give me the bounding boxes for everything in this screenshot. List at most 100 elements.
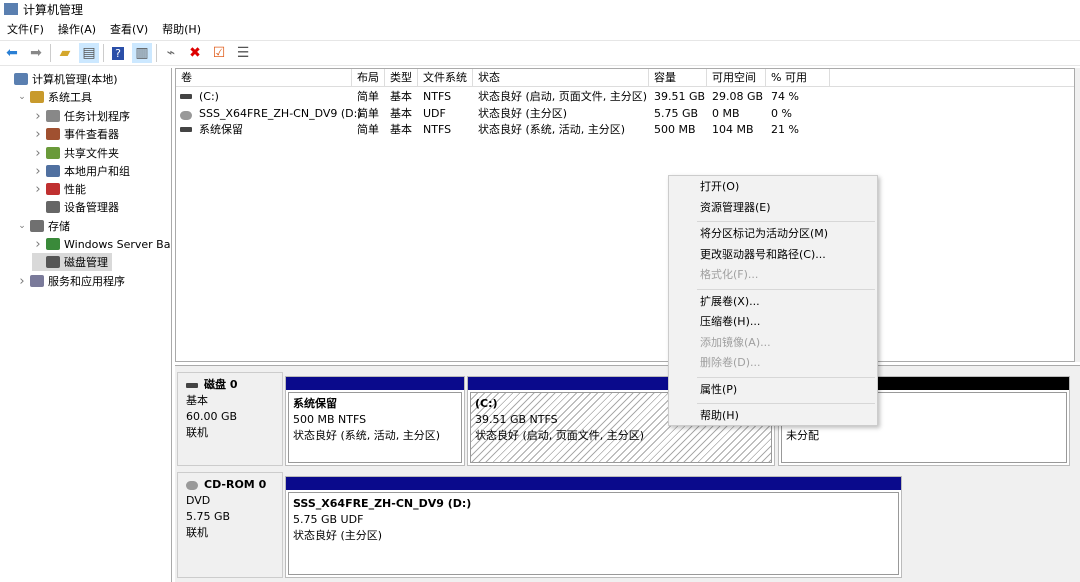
show-hide-tree-icon[interactable]: ▤: [79, 43, 99, 63]
tree-item-label: Windows Server Back: [64, 237, 172, 251]
partition[interactable]: 系统保留 500 MB NTFS 状态良好 (系统, 活动, 主分区): [285, 376, 465, 466]
menu-item[interactable]: 删除卷(D)...: [700, 354, 761, 372]
tree-node-icon: [46, 165, 60, 177]
table-cell: 500 MB: [654, 123, 696, 136]
tree-item[interactable]: › 服务和应用程序: [16, 272, 125, 290]
table-cell: 74 %: [771, 90, 799, 103]
chevron-right-icon[interactable]: ›: [16, 274, 28, 289]
menu-view[interactable]: 查看(V): [103, 21, 155, 37]
column-header[interactable]: 布局: [352, 69, 385, 87]
table-row[interactable]: (C:) 简单 基本 NTFS 状态良好 (启动, 页面文件, 主分区) 39.51 GB…: [176, 89, 830, 105]
chevron-right-icon[interactable]: ›: [32, 164, 44, 179]
tree-node-icon: [46, 238, 60, 250]
tree-node-icon: [46, 201, 60, 213]
partition-body: 系统保留 500 MB NTFS 状态良好 (系统, 活动, 主分区): [288, 392, 462, 463]
toolbar: ⬅ ➡ ▰ ▤ ? ▥ ⌁ ✖ ☑ ☰: [0, 40, 1080, 66]
tree-node-icon: [46, 183, 60, 195]
tree-item-label: 设备管理器: [64, 201, 119, 214]
menu-item[interactable]: 压缩卷(H)...: [700, 313, 760, 331]
column-header[interactable]: % 可用: [766, 69, 830, 87]
menu-item[interactable]: 打开(O): [700, 178, 739, 196]
partition-status: 状态良好 (系统, 活动, 主分区): [293, 429, 441, 442]
disk-name: 磁盘 0: [186, 377, 274, 393]
tree-item[interactable]: ⌄ 存储: [16, 217, 70, 235]
tree-item[interactable]: ⌄ 系统工具: [16, 88, 92, 106]
disk-label[interactable]: CD-ROM 0 DVD 5.75 GB 联机: [177, 472, 283, 578]
menu-item[interactable]: 将分区标记为活动分区(M): [700, 225, 828, 243]
menu-item[interactable]: 属性(P): [700, 381, 737, 399]
chevron-down-icon[interactable]: ⌄: [16, 221, 28, 231]
forward-icon[interactable]: ➡: [26, 43, 46, 63]
menu-item[interactable]: 更改驱动器号和路径(C)...: [700, 246, 826, 264]
properties-icon[interactable]: ☑: [209, 43, 229, 63]
drive-icon: [180, 127, 192, 132]
table-cell: 简单: [357, 90, 379, 103]
tree-node-icon: [46, 128, 60, 140]
chevron-right-icon[interactable]: ›: [32, 109, 44, 124]
chevron-right-icon[interactable]: ›: [32, 146, 44, 161]
menu-item[interactable]: 帮助(H): [700, 407, 739, 425]
chevron-right-icon[interactable]: ›: [32, 182, 44, 197]
tree-item-label: 系统工具: [48, 91, 92, 104]
tree-node-icon: [14, 73, 28, 85]
table-cell: 简单: [357, 106, 379, 120]
tree-item[interactable]: › 性能: [32, 180, 86, 198]
disk-type: 基本: [186, 394, 208, 407]
partition-bar: [286, 477, 901, 490]
disk-status: 联机: [186, 426, 208, 439]
tree-node-icon: [30, 220, 44, 232]
tree-item[interactable]: › 本地用户和组: [32, 162, 130, 180]
tree-node-icon: [46, 256, 60, 268]
menu-help[interactable]: 帮助(H): [155, 21, 208, 37]
partition-info: 500 MB NTFS: [293, 413, 367, 426]
menu-file[interactable]: 文件(F): [0, 21, 51, 37]
navigation-tree: 计算机管理(本地) ⌄ 系统工具 › 任务计划程序 › 事件查看器 › 共享文件夹 › 本地用户和组…: [0, 68, 172, 582]
chevron-down-icon[interactable]: ⌄: [16, 92, 28, 102]
connect-icon[interactable]: ⌁: [161, 43, 181, 63]
column-header[interactable]: 状态: [473, 69, 649, 87]
chevron-right-icon[interactable]: ›: [32, 127, 44, 142]
show-hide-action-icon[interactable]: ▥: [132, 43, 152, 63]
disk-map: 磁盘 0 基本 60.00 GB 联机 系统保留 500 MB NTFS 状态良好 (系统,…: [175, 365, 1080, 582]
tree-item-label: 磁盘管理: [64, 256, 108, 269]
tree-item[interactable]: › 事件查看器: [32, 125, 119, 143]
column-header[interactable]: 可用空间: [707, 69, 766, 87]
disk-type: DVD: [186, 494, 211, 507]
help-icon[interactable]: ?: [108, 43, 128, 63]
disk-label[interactable]: 磁盘 0 基本 60.00 GB 联机: [177, 372, 283, 466]
table-row[interactable]: 系统保留 简单 基本 NTFS 状态良好 (系统, 活动, 主分区) 500 MB 104 …: [176, 122, 830, 138]
menu-item[interactable]: 资源管理器(E): [700, 199, 771, 217]
tree-item-label: 性能: [64, 183, 86, 196]
delete-icon[interactable]: ✖: [185, 43, 205, 63]
column-header[interactable]: 类型: [385, 69, 418, 87]
table-cell: 29.08 GB: [712, 90, 764, 103]
tree-item[interactable]: 磁盘管理: [32, 253, 112, 271]
back-icon[interactable]: ⬅: [2, 43, 22, 63]
column-header[interactable]: 容量: [649, 69, 707, 87]
disk-icon: [186, 382, 198, 388]
menu-separator: [697, 288, 875, 290]
table-row[interactable]: SSS_X64FRE_ZH-CN_DV9 (D:) 简单 基本 UDF 状态良好 (主分…: [176, 106, 830, 122]
scrollbar[interactable]: [1075, 68, 1080, 362]
disk-name-text: 磁盘 0: [204, 378, 238, 391]
tree-item[interactable]: 设备管理器: [32, 198, 119, 216]
tree-item[interactable]: › Windows Server Back: [32, 235, 172, 253]
menu-item[interactable]: 扩展卷(X)...: [700, 293, 760, 311]
table-cell: 5.75 GB: [654, 106, 699, 120]
list-icon[interactable]: ☰: [233, 43, 253, 63]
up-folder-icon[interactable]: ▰: [55, 43, 75, 63]
menu-action[interactable]: 操作(A): [51, 21, 103, 37]
column-header[interactable]: 卷: [176, 69, 352, 87]
tree-item[interactable]: 计算机管理(本地): [0, 70, 118, 88]
table-cell: 0 MB: [712, 106, 740, 120]
partition[interactable]: SSS_X64FRE_ZH-CN_DV9 (D:) 5.75 GB UDF 状态良好…: [285, 476, 902, 578]
context-menu: 打开(O) 资源管理器(E) 将分区标记为活动分区(M) 更改驱动器号和路径(C)..…: [668, 175, 878, 426]
column-header[interactable]: 文件系统: [418, 69, 473, 87]
menu-item[interactable]: 添加镜像(A)...: [700, 334, 771, 352]
tree-item[interactable]: › 共享文件夹: [32, 144, 119, 162]
divider: [156, 44, 157, 62]
disk-status: 联机: [186, 526, 208, 539]
menu-item[interactable]: 格式化(F)...: [700, 266, 758, 284]
chevron-right-icon[interactable]: ›: [32, 237, 44, 252]
tree-item[interactable]: › 任务计划程序: [32, 107, 130, 125]
